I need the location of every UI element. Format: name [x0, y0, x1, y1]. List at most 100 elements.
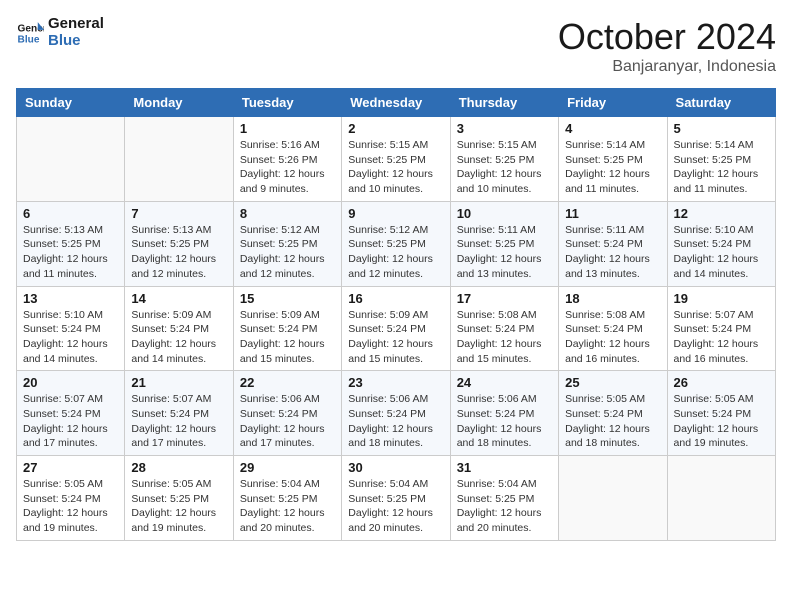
day-detail: Sunrise: 5:07 AM Sunset: 5:24 PM Dayligh… [674, 308, 769, 367]
day-number: 27 [23, 460, 118, 475]
calendar-cell: 25Sunrise: 5:05 AM Sunset: 5:24 PM Dayli… [559, 371, 667, 456]
day-detail: Sunrise: 5:06 AM Sunset: 5:24 PM Dayligh… [457, 392, 552, 451]
page-header: General Blue General Blue October 2024 B… [16, 16, 776, 76]
calendar-cell: 3Sunrise: 5:15 AM Sunset: 5:25 PM Daylig… [450, 117, 558, 202]
weekday-header-friday: Friday [559, 89, 667, 117]
day-detail: Sunrise: 5:08 AM Sunset: 5:24 PM Dayligh… [457, 308, 552, 367]
calendar-cell: 6Sunrise: 5:13 AM Sunset: 5:25 PM Daylig… [17, 201, 125, 286]
day-detail: Sunrise: 5:05 AM Sunset: 5:24 PM Dayligh… [565, 392, 660, 451]
day-detail: Sunrise: 5:14 AM Sunset: 5:25 PM Dayligh… [565, 138, 660, 197]
logo: General Blue General Blue [16, 16, 104, 49]
day-number: 23 [348, 375, 443, 390]
day-number: 6 [23, 206, 118, 221]
weekday-header-wednesday: Wednesday [342, 89, 450, 117]
calendar-cell: 21 Sunrise: 5:07 AM Sunset: 5:24 PM Dayli… [125, 371, 233, 456]
calendar-cell: 5Sunrise: 5:14 AM Sunset: 5:25 PM Daylig… [667, 117, 775, 202]
day-detail: Sunrise: 5:04 AM Sunset: 5:25 PM Dayligh… [457, 477, 552, 536]
calendar-table: SundayMondayTuesdayWednesdayThursdayFrid… [16, 88, 776, 541]
calendar-cell [559, 456, 667, 541]
day-detail: Sunrise: 5:06 AM Sunset: 5:24 PM Dayligh… [348, 392, 443, 451]
day-number: 24 [457, 375, 552, 390]
calendar-cell: 31 Sunrise: 5:04 AM Sunset: 5:25 PM Dayli… [450, 456, 558, 541]
calendar-cell: 11 Sunrise: 5:11 AM Sunset: 5:24 PM Dayli… [559, 201, 667, 286]
calendar-week-row: 1Sunrise: 5:16 AM Sunset: 5:26 PM Daylig… [17, 117, 776, 202]
calendar-cell: 18 Sunrise: 5:08 AM Sunset: 5:24 PM Dayli… [559, 286, 667, 371]
day-number: 30 [348, 460, 443, 475]
day-number: 13 [23, 291, 118, 306]
day-number: 22 [240, 375, 335, 390]
day-number: 17 [457, 291, 552, 306]
calendar-week-row: 6Sunrise: 5:13 AM Sunset: 5:25 PM Daylig… [17, 201, 776, 286]
calendar-cell: 2 Sunrise: 5:15 AM Sunset: 5:25 PM Daylig… [342, 117, 450, 202]
logo-blue: Blue [48, 32, 81, 49]
location-title: Banjaranyar, Indonesia [558, 58, 776, 76]
day-detail: Sunrise: 5:08 AM Sunset: 5:24 PM Dayligh… [565, 308, 660, 367]
day-detail: Sunrise: 5:10 AM Sunset: 5:24 PM Dayligh… [23, 308, 118, 367]
day-number: 19 [674, 291, 769, 306]
day-detail: Sunrise: 5:05 AM Sunset: 5:24 PM Dayligh… [23, 477, 118, 536]
calendar-cell: 9 Sunrise: 5:12 AM Sunset: 5:25 PM Daylig… [342, 201, 450, 286]
calendar-cell [125, 117, 233, 202]
day-detail: Sunrise: 5:04 AM Sunset: 5:25 PM Dayligh… [348, 477, 443, 536]
day-detail: Sunrise: 5:07 AM Sunset: 5:24 PM Dayligh… [23, 392, 118, 451]
title-block: October 2024 Banjaranyar, Indonesia [558, 16, 776, 76]
day-number: 12 [674, 206, 769, 221]
day-detail: Sunrise: 5:07 AM Sunset: 5:24 PM Dayligh… [131, 392, 226, 451]
calendar-week-row: 27 Sunrise: 5:05 AM Sunset: 5:24 PM Dayli… [17, 456, 776, 541]
day-number: 11 [565, 206, 660, 221]
day-number: 16 [348, 291, 443, 306]
day-number: 10 [457, 206, 552, 221]
day-detail: Sunrise: 5:14 AM Sunset: 5:25 PM Dayligh… [674, 138, 769, 197]
day-detail: Sunrise: 5:11 AM Sunset: 5:24 PM Dayligh… [565, 223, 660, 282]
calendar-cell: 14 Sunrise: 5:09 AM Sunset: 5:24 PM Dayli… [125, 286, 233, 371]
month-title: October 2024 [558, 16, 776, 58]
day-detail: Sunrise: 5:12 AM Sunset: 5:25 PM Dayligh… [348, 223, 443, 282]
day-detail: Sunrise: 5:05 AM Sunset: 5:24 PM Dayligh… [674, 392, 769, 451]
weekday-header-thursday: Thursday [450, 89, 558, 117]
calendar-cell: 26 Sunrise: 5:05 AM Sunset: 5:24 PM Dayli… [667, 371, 775, 456]
calendar-cell: 17 Sunrise: 5:08 AM Sunset: 5:24 PM Dayli… [450, 286, 558, 371]
weekday-header-sunday: Sunday [17, 89, 125, 117]
weekday-header-tuesday: Tuesday [233, 89, 341, 117]
calendar-cell: 28 Sunrise: 5:05 AM Sunset: 5:25 PM Dayli… [125, 456, 233, 541]
day-number: 20 [23, 375, 118, 390]
weekday-header-monday: Monday [125, 89, 233, 117]
day-detail: Sunrise: 5:09 AM Sunset: 5:24 PM Dayligh… [131, 308, 226, 367]
logo-general: General [48, 15, 104, 32]
calendar-cell: 8 Sunrise: 5:12 AM Sunset: 5:25 PM Daylig… [233, 201, 341, 286]
calendar-cell: 7Sunrise: 5:13 AM Sunset: 5:25 PM Daylig… [125, 201, 233, 286]
day-detail: Sunrise: 5:16 AM Sunset: 5:26 PM Dayligh… [240, 138, 335, 197]
calendar-cell: 4Sunrise: 5:14 AM Sunset: 5:25 PM Daylig… [559, 117, 667, 202]
day-number: 9 [348, 206, 443, 221]
day-detail: Sunrise: 5:05 AM Sunset: 5:25 PM Dayligh… [131, 477, 226, 536]
day-number: 21 [131, 375, 226, 390]
calendar-cell [17, 117, 125, 202]
day-number: 15 [240, 291, 335, 306]
day-detail: Sunrise: 5:15 AM Sunset: 5:25 PM Dayligh… [348, 138, 443, 197]
calendar-cell: 16Sunrise: 5:09 AM Sunset: 5:24 PM Dayli… [342, 286, 450, 371]
calendar-cell: 19 Sunrise: 5:07 AM Sunset: 5:24 PM Dayli… [667, 286, 775, 371]
day-number: 14 [131, 291, 226, 306]
calendar-week-row: 20 Sunrise: 5:07 AM Sunset: 5:24 PM Dayli… [17, 371, 776, 456]
calendar-cell [667, 456, 775, 541]
day-detail: Sunrise: 5:10 AM Sunset: 5:24 PM Dayligh… [674, 223, 769, 282]
day-number: 18 [565, 291, 660, 306]
calendar-cell: 24 Sunrise: 5:06 AM Sunset: 5:24 PM Dayli… [450, 371, 558, 456]
day-number: 28 [131, 460, 226, 475]
calendar-cell: 22 Sunrise: 5:06 AM Sunset: 5:24 PM Dayli… [233, 371, 341, 456]
calendar-cell: 13 Sunrise: 5:10 AM Sunset: 5:24 PM Dayli… [17, 286, 125, 371]
day-number: 26 [674, 375, 769, 390]
calendar-cell: 23 Sunrise: 5:06 AM Sunset: 5:24 PM Dayli… [342, 371, 450, 456]
day-number: 31 [457, 460, 552, 475]
calendar-cell: 30 Sunrise: 5:04 AM Sunset: 5:25 PM Dayli… [342, 456, 450, 541]
calendar-cell: 1Sunrise: 5:16 AM Sunset: 5:26 PM Daylig… [233, 117, 341, 202]
day-detail: Sunrise: 5:12 AM Sunset: 5:25 PM Dayligh… [240, 223, 335, 282]
calendar-week-row: 13 Sunrise: 5:10 AM Sunset: 5:24 PM Dayli… [17, 286, 776, 371]
day-number: 2 [348, 121, 443, 136]
day-detail: Sunrise: 5:04 AM Sunset: 5:25 PM Dayligh… [240, 477, 335, 536]
day-detail: Sunrise: 5:06 AM Sunset: 5:24 PM Dayligh… [240, 392, 335, 451]
day-detail: Sunrise: 5:09 AM Sunset: 5:24 PM Dayligh… [240, 308, 335, 367]
calendar-cell: 20 Sunrise: 5:07 AM Sunset: 5:24 PM Dayli… [17, 371, 125, 456]
calendar-cell: 15 Sunrise: 5:09 AM Sunset: 5:24 PM Dayli… [233, 286, 341, 371]
day-number: 8 [240, 206, 335, 221]
